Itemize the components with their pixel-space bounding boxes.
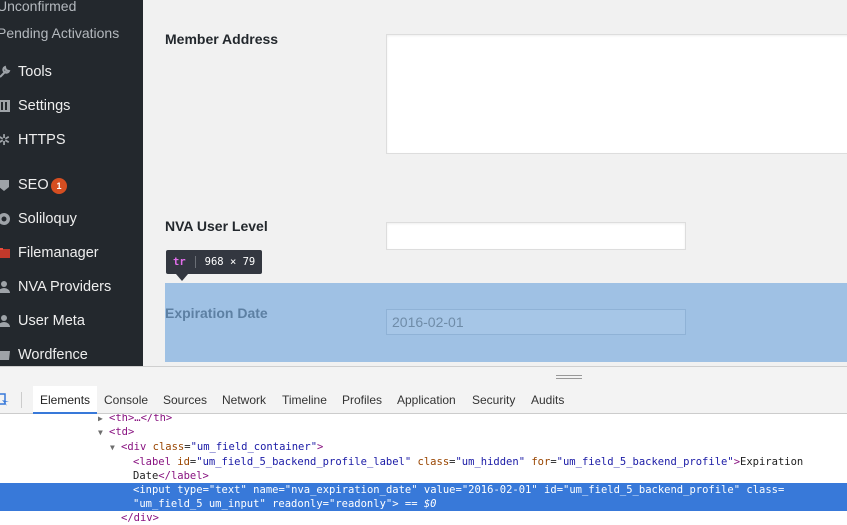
resize-grip-icon — [556, 375, 582, 376]
sidebar-item-soliloquy[interactable]: Soliloquy — [0, 204, 143, 234]
nva-user-level-input[interactable] — [386, 222, 686, 250]
sidebar-item-label: Unconfirmed — [0, 0, 77, 14]
dom-node-input-selected[interactable]: <input type="text" name="nva_expiration_… — [0, 483, 847, 497]
sidebar-item-pending-activations[interactable]: Pending Activations — [0, 18, 143, 48]
seo-icon — [0, 177, 12, 193]
tab-application[interactable]: Application — [397, 386, 456, 414]
settings-sliders-icon — [0, 98, 12, 114]
sidebar-item-seo[interactable]: SEO 1 — [0, 170, 143, 200]
dom-node-td[interactable]: ▼ <td> — [0, 425, 847, 439]
sidebar-item-label: Settings — [18, 98, 71, 114]
dom-node-label[interactable]: <label id="um_field_5_backend_profile_la… — [0, 455, 847, 469]
soliloquy-icon — [0, 211, 12, 227]
tab-audits[interactable]: Audits — [531, 386, 564, 414]
user-icon — [0, 279, 12, 295]
tooltip-size: 968 × 79 — [204, 256, 256, 268]
dom-node-div-close[interactable]: </div> — [0, 511, 847, 525]
tab-console[interactable]: Console — [104, 386, 148, 414]
filemanager-icon — [0, 245, 12, 261]
member-address-textarea[interactable] — [386, 34, 847, 154]
wrench-icon — [0, 64, 12, 80]
tooltip-divider — [194, 256, 196, 268]
elements-dom-tree: ▶ <th>…</th> ▼ <td> ▼ <div class="um_field_… — [0, 414, 847, 525]
sidebar-item-nva-providers[interactable]: NVA Providers — [0, 272, 143, 302]
tooltip-arrow — [176, 274, 188, 281]
sidebar-item-label: SEO — [18, 177, 49, 193]
tab-security[interactable]: Security — [472, 386, 515, 414]
expiration-date-input[interactable]: 2016-02-01 — [386, 309, 686, 335]
wordfence-icon — [0, 347, 12, 363]
tab-timeline[interactable]: Timeline — [282, 386, 327, 414]
sidebar-item-settings[interactable]: Settings — [0, 91, 143, 121]
tooltip-tag: tr — [173, 256, 186, 268]
admin-sidebar: Unconfirmed Pending Activations Tools Se… — [0, 0, 143, 366]
sidebar-item-label: Filemanager — [18, 245, 99, 261]
sidebar-item-https[interactable]: ✲ HTTPS — [0, 125, 143, 155]
sidebar-item-wordfence[interactable]: Wordfence — [0, 340, 143, 366]
selected-node-marker: == $0 — [404, 498, 437, 510]
dom-node-input-selected-cont[interactable]: "um_field_5 um_input" readonly="readonly… — [0, 497, 847, 511]
collapse-triangle-icon[interactable]: ▼ — [98, 426, 109, 440]
expiration-date-label: Expiration Date — [165, 305, 268, 321]
tab-network[interactable]: Network — [222, 386, 266, 414]
sidebar-item-label: HTTPS — [18, 132, 66, 148]
inspected-row-highlight: Expiration Date 2016-02-01 — [165, 283, 847, 362]
sidebar-item-filemanager[interactable]: Filemanager — [0, 238, 143, 268]
profile-form: Member Address NVA User Level Expiration… — [143, 0, 847, 366]
user-meta-icon — [0, 313, 12, 329]
devtools-tabbar: Elements Console Sources Network Timelin… — [0, 386, 847, 414]
inspect-element-icon[interactable] — [0, 392, 12, 408]
sidebar-item-user-meta[interactable]: User Meta — [0, 306, 143, 336]
sidebar-item-label: User Meta — [18, 313, 85, 329]
dom-node-th[interactable]: ▶ <th>…</th> — [0, 414, 847, 425]
devtools-resize-handle[interactable] — [0, 366, 847, 386]
element-inspect-tooltip: tr 968 × 79 — [166, 250, 263, 274]
update-count-badge: 1 — [51, 178, 67, 194]
tab-sources[interactable]: Sources — [163, 386, 207, 414]
member-address-label: Member Address — [165, 31, 279, 47]
sidebar-item-tools[interactable]: Tools — [0, 57, 143, 87]
nva-user-level-label: NVA User Level — [165, 218, 268, 234]
tab-profiles[interactable]: Profiles — [342, 386, 382, 414]
dom-node-label-cont[interactable]: Date</label> — [0, 469, 847, 483]
gear-icon: ✲ — [0, 131, 11, 149]
tab-elements[interactable]: Elements — [33, 386, 98, 414]
sidebar-item-label: Tools — [18, 64, 52, 80]
sidebar-item-label: Soliloquy — [18, 211, 77, 227]
sidebar-item-label: Pending Activations — [0, 25, 120, 41]
toolbar-divider — [21, 392, 22, 408]
collapse-triangle-icon[interactable]: ▼ — [110, 441, 121, 455]
sidebar-item-label: Wordfence — [18, 347, 88, 363]
dom-node-div[interactable]: ▼ <div class="um_field_container"> — [0, 440, 847, 454]
sidebar-item-label: NVA Providers — [18, 279, 112, 295]
